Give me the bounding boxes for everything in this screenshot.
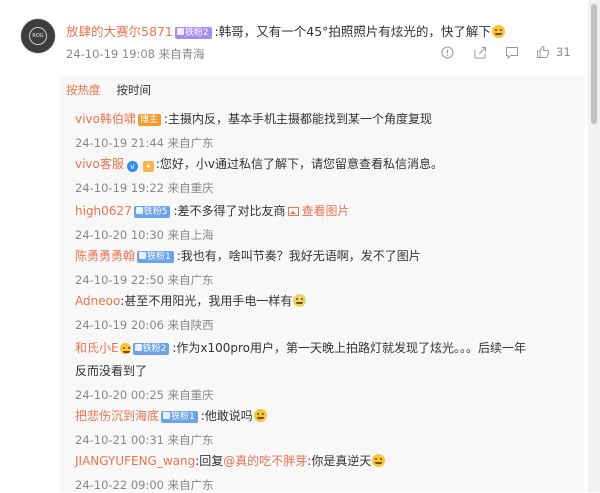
avatar-logo: ROG — [29, 27, 47, 45]
main-comment-line: 放肆的大赛尔5871 铁粉2:韩哥，又有一个45°拍照照片有炫光的，快了解下 — [66, 24, 505, 40]
heart-icon — [139, 252, 147, 259]
reply-meta: 24-10-19 21:44 来自广东 — [75, 136, 214, 150]
heart-icon — [163, 412, 171, 419]
list-item: vivo客服 v ✦:您好，小v通过私信了解下，请您留意查看私信消息。 — [75, 156, 443, 172]
list-item: 陈勇勇勇翰 铁粉1:我也有，啥叫节奏？我好无语啊，发不了图片 — [75, 248, 421, 264]
heart-icon — [135, 207, 143, 214]
scrollbar-thumb[interactable] — [591, 4, 597, 124]
blogger-badge: 博主 — [137, 114, 161, 126]
reply-text: :你是真逆天 — [307, 454, 372, 468]
verified-icon: v — [126, 161, 138, 172]
reply-text: :甚至不用阳光，我用手电一样有 — [120, 294, 293, 308]
avatar[interactable]: ROG — [20, 18, 56, 54]
fan-badge: 铁粉1 — [137, 251, 174, 263]
list-item: JIANGYUFENG_wang:回复@真的吃不胖芽:你是真逆天 — [75, 453, 386, 469]
scrollbar[interactable] — [588, 0, 600, 492]
reply-username[interactable]: 陈勇勇勇翰 — [75, 249, 135, 263]
main-comment-location: 来自青海 — [158, 47, 205, 61]
reply-meta: 24-10-21 00:31 来自广东 — [75, 433, 214, 447]
laughing-emoji-icon — [372, 454, 386, 467]
list-item: vivo韩伯啸 博主:主摄内反，基本手机主摄都能找到某一个角度复现 — [75, 111, 432, 127]
reply-username[interactable]: 把悲伤沉到海底 — [75, 409, 159, 423]
list-item: Adneoo:甚至不用阳光，我用手电一样有 — [75, 293, 307, 309]
reply-username[interactable]: vivo客服 — [75, 157, 124, 171]
reply-text: :主摄内反，基本手机主摄都能找到某一个角度复现 — [163, 112, 432, 126]
like-button[interactable]: 31 — [536, 43, 571, 61]
fan-badge: 铁粉2 — [132, 343, 170, 355]
vip-icon: ✦ — [142, 161, 154, 172]
fan-badge: 铁粉2 — [174, 27, 212, 39]
laughing-emoji-icon — [491, 25, 505, 38]
reply-meta: 24-10-19 22:50 来自广东 — [75, 273, 214, 287]
main-comment-username[interactable]: 放肆的大赛尔5871 — [66, 24, 173, 39]
reply-text: :您好，小v通过私信了解下，请您留意查看私信消息。 — [155, 157, 444, 171]
tab-by-time[interactable]: 按时间 — [117, 82, 152, 98]
reply-text: :他敢说吗 — [200, 409, 253, 423]
sort-tabs: 按热度 按时间 — [66, 82, 167, 98]
reply-meta: 24-10-20 10:30 来自上海 — [75, 228, 214, 242]
main-comment-timestamp: 24-10-19 19:08 — [66, 47, 155, 61]
fan-badge: 铁粉5 — [133, 206, 171, 218]
reply-username[interactable]: vivo韩伯啸 — [75, 112, 136, 126]
reply-meta: 24-10-22 09:00 来自广东 — [75, 478, 214, 492]
avatar-emoji-icon — [119, 343, 131, 354]
reply-text: :作为x100pro用户，第一天晚上拍路灯就发现了炫光。。。后续一年 — [172, 341, 527, 355]
reply-meta: 24-10-19 20:06 来自陕西 — [75, 318, 214, 332]
comment-page: ROG 放肆的大赛尔5871 铁粉2:韩哥，又有一个45°拍照照片有炫光的，快了解… — [0, 0, 588, 492]
main-comment-text: :韩哥，又有一个45°拍照照片有炫光的，快了解下 — [214, 24, 491, 39]
laughing-emoji-icon — [253, 409, 267, 422]
surprised-emoji-icon — [293, 294, 307, 307]
heart-icon — [134, 344, 142, 351]
comment-icon[interactable] — [505, 43, 519, 61]
reply-text: :我也有，啥叫节奏？我好无语啊，发不了图片 — [176, 249, 421, 263]
reply-username[interactable]: JIANGYUFENG_wang — [75, 454, 195, 468]
list-item: 把悲伤沉到海底 铁粉1:他敢说吗 — [75, 408, 267, 424]
reply-username[interactable]: high0627 — [75, 204, 132, 218]
share-icon[interactable] — [473, 43, 487, 61]
list-item: high0627 铁粉5:差不多得了对比友商 查看图片 — [75, 203, 350, 219]
reply-username[interactable]: Adneoo — [75, 294, 120, 308]
report-icon[interactable] — [441, 43, 454, 61]
replies-panel: 按热度 按时间 vivo韩伯啸 博主:主摄内反，基本手机主摄都能找到某一个角度复现 … — [60, 76, 585, 492]
thumbs-up-icon — [537, 45, 550, 58]
list-item: 和氏小E 铁粉2:作为x100pro用户，第一天晚上拍路灯就发现了炫光。。。后续一… — [75, 340, 526, 356]
heart-icon — [176, 28, 184, 35]
view-image-link[interactable]: 查看图片 — [301, 204, 349, 218]
reply-username[interactable]: 和氏小E — [75, 341, 119, 355]
reply-meta: 24-10-19 19:22 来自重庆 — [75, 181, 214, 195]
fan-badge: 铁粉1 — [161, 411, 198, 423]
reply-text: :差不多得了对比友商 — [173, 204, 286, 218]
reply-meta: 24-10-20 00:25 来自重庆 — [75, 388, 214, 402]
reply-prefix: :回复 — [195, 454, 224, 468]
mention-link[interactable]: @真的吃不胖芽 — [223, 454, 307, 468]
image-icon — [288, 207, 300, 216]
like-count: 31 — [556, 45, 571, 59]
main-comment-meta: 24-10-19 19:08 来自青海 — [66, 46, 205, 62]
reply-text-continued: 反而没看到了 — [75, 364, 148, 378]
tab-by-popularity[interactable]: 按热度 — [66, 82, 101, 98]
